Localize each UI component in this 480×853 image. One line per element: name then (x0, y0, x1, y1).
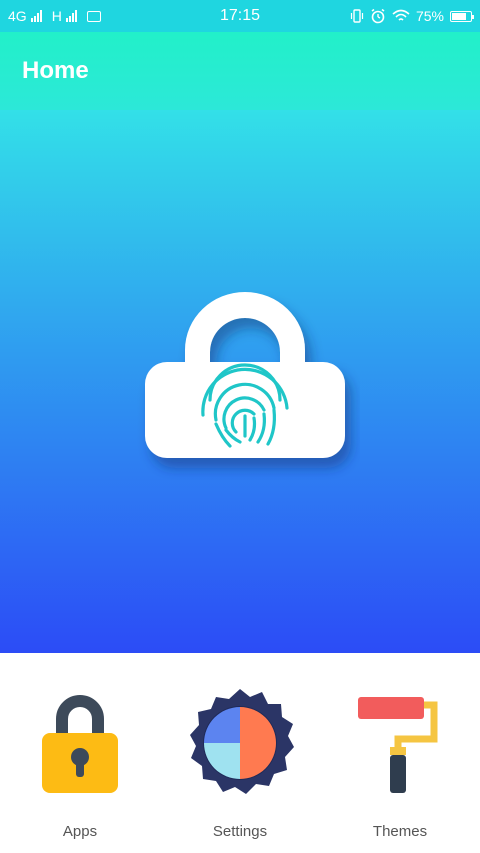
wifi-icon (392, 9, 410, 21)
network-type-label-2: H (51, 8, 62, 24)
bottom-nav: Apps Settings Themes (0, 653, 480, 853)
battery-icon (450, 10, 474, 22)
nav-item-settings[interactable]: Settings (160, 653, 320, 853)
padlock-icon (20, 683, 140, 803)
sim-icon (86, 10, 101, 22)
network-type-label: 4G (8, 8, 27, 24)
battery-percent: 75% (415, 8, 444, 24)
status-time: 17:15 (219, 7, 261, 24)
top-app-bar: Home (0, 32, 480, 110)
nav-item-themes[interactable]: Themes (320, 653, 480, 853)
pie-gear-icon (180, 683, 300, 803)
alarm-icon (371, 8, 385, 24)
status-left: 4G H (8, 8, 178, 24)
signal-icon (30, 10, 42, 22)
paint-roller-icon (340, 683, 460, 803)
nav-item-apps[interactable]: Apps (0, 653, 160, 853)
page-title: Home (22, 57, 89, 84)
nav-label-apps: Apps (62, 823, 98, 840)
signal-icon-2 (65, 10, 77, 22)
fingerprint-lock-icon (145, 292, 345, 458)
hero-area (0, 110, 480, 653)
vibrate-icon (350, 9, 364, 23)
nav-label-settings: Settings (212, 823, 268, 840)
nav-label-themes: Themes (372, 823, 428, 840)
status-bar: 4G H 17:15 75% (0, 0, 480, 32)
status-right: 75% (302, 8, 474, 24)
